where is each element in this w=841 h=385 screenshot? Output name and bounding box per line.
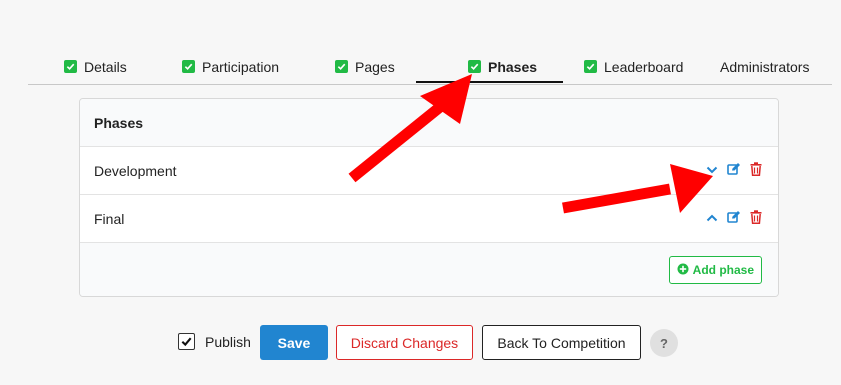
tab-label: Phases [488,58,538,75]
tab-label: Administrators [720,58,810,75]
edit-icon[interactable] [727,162,741,179]
chevron-down-icon[interactable] [706,163,718,179]
checkbox-checked-icon [335,60,348,73]
trash-icon[interactable] [750,210,762,227]
checkbox-checked-icon [468,60,481,73]
phase-row: Final [80,195,778,243]
checkbox-checked-icon[interactable] [178,333,195,350]
panel-title: Phases [80,99,778,147]
tab-participation[interactable]: Participation [182,50,279,83]
phase-name: Final [94,210,125,227]
trash-icon[interactable] [750,162,762,179]
edit-icon[interactable] [727,210,741,227]
tab-details[interactable]: Details [64,50,127,83]
tab-bar: Details Participation Pages Phases Leade… [28,50,832,85]
publish-label: Publish [205,333,251,350]
add-phase-label: Add phase [692,263,754,277]
tab-label: Pages [355,58,395,75]
tab-label: Participation [202,58,280,75]
checkbox-checked-icon [584,60,597,73]
help-button[interactable]: ? [650,329,678,357]
panel-footer: Add phase [80,243,778,296]
checkbox-checked-icon [64,60,77,73]
phases-panel: Phases Development Final Add phase [79,98,779,297]
phase-name: Development [94,162,177,179]
phase-row: Development [80,147,778,195]
checkbox-checked-icon [182,60,195,73]
publish-checkbox[interactable]: Publish [178,333,251,350]
tab-pages[interactable]: Pages [335,50,395,83]
tab-administrators[interactable]: Administrators [720,50,809,83]
discard-changes-button[interactable]: Discard Changes [336,325,473,360]
plus-circle-icon [677,263,689,278]
active-tab-indicator [416,81,563,83]
tab-leaderboard[interactable]: Leaderboard [584,50,683,83]
action-bar: Publish Save Discard Changes Back To Com… [0,325,841,360]
tab-phases[interactable]: Phases [468,50,537,83]
back-to-competition-button[interactable]: Back To Competition [482,325,641,360]
add-phase-button[interactable]: Add phase [668,256,762,284]
tab-label: Leaderboard [604,58,684,75]
tab-label: Details [84,58,127,75]
save-button[interactable]: Save [260,325,328,360]
chevron-up-icon[interactable] [706,211,718,227]
